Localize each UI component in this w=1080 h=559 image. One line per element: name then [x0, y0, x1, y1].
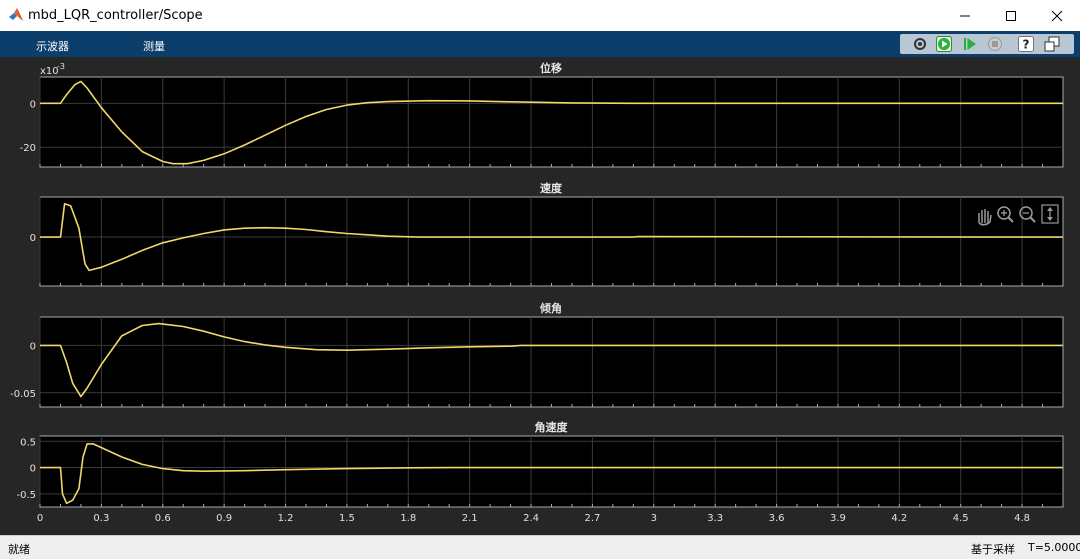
plot-title: 位移	[540, 61, 562, 75]
y-tick-label: 0	[30, 464, 36, 475]
y-tick-label: -0.05	[10, 389, 36, 400]
close-icon	[1051, 10, 1063, 22]
x-tick-label: 4.2	[891, 513, 907, 524]
plot-axes	[39, 76, 1064, 168]
x-tick-label: 4.8	[1014, 513, 1030, 524]
status-ready: 就绪	[8, 543, 30, 556]
status-sampling-mode: 基于采样	[971, 543, 1015, 556]
close-button[interactable]	[1034, 0, 1080, 31]
matlab-logo-icon	[9, 8, 23, 21]
exponent-power: -3	[57, 62, 65, 71]
plot-title: 角速度	[535, 420, 569, 434]
settings-icon[interactable]	[912, 36, 928, 52]
x-tick-label: 1.5	[339, 513, 355, 524]
x-tick-label: 2.7	[584, 513, 600, 524]
toolbar-button-group: ?	[900, 34, 1074, 54]
x-tick-label: 0	[37, 513, 43, 524]
scope-display: 0 -20 位移 x10 -3 0 速度 0 -0.05 倾角 0.5 0 -0.5 角速度 0 0.3 0.6…	[0, 57, 1080, 535]
y-tick-label: 0	[30, 99, 36, 110]
tab-scope[interactable]: 示波器	[36, 38, 69, 54]
x-tick-label: 3	[651, 513, 657, 524]
x-tick-label: 0.3	[93, 513, 109, 524]
run-icon[interactable]	[936, 36, 952, 52]
x-tick-label: 3.9	[830, 513, 846, 524]
maximize-icon	[1006, 11, 1016, 21]
stop-icon[interactable]	[987, 36, 1003, 52]
x-tick-label: 3.6	[769, 513, 785, 524]
tab-measurements[interactable]: 测量	[143, 38, 165, 54]
plot-axes	[39, 196, 1064, 287]
minimize-icon	[960, 15, 970, 17]
x-tick-label: 3.3	[707, 513, 723, 524]
scope-toolstrip: 示波器 测量 ?	[0, 31, 1080, 57]
y-tick-label: -20	[20, 143, 36, 154]
maximize-button[interactable]	[988, 0, 1034, 31]
y-tick-label: 0.5	[20, 437, 36, 448]
plot-title: 速度	[540, 181, 563, 195]
minimize-button[interactable]	[942, 0, 988, 31]
svg-text:?: ?	[1023, 38, 1030, 52]
window-title: mbd_LQR_controller/Scope	[28, 8, 203, 23]
help-icon[interactable]: ?	[1018, 36, 1034, 52]
plot-title: 倾角	[539, 301, 562, 315]
y-tick-label: -0.5	[16, 490, 36, 501]
plot-axes	[39, 316, 1064, 408]
scope-plots: 0 -20 位移 x10-3 0 速度 0 -0.05 倾角 0.5 0 -0.5 角速度 0 0.3 0.6…	[10, 61, 1064, 524]
x-tick-label: 2.1	[462, 513, 478, 524]
x-tick-label: 1.8	[400, 513, 416, 524]
status-bar: 就绪 基于采样 T=5.0000	[0, 535, 1080, 559]
y-tick-label: 0	[30, 341, 36, 352]
x-tick-label: 0.9	[216, 513, 232, 524]
x-tick-label: 2.4	[523, 513, 539, 524]
undock-icon[interactable]	[1044, 36, 1060, 52]
x-tick-label: 1.2	[278, 513, 294, 524]
y-tick-label: 0	[30, 233, 36, 244]
x-tick-label: 0.6	[155, 513, 171, 524]
window-titlebar: mbd_LQR_controller/Scope	[0, 0, 1080, 31]
exponent-base: x10	[40, 66, 59, 77]
x-tick-label: 4.5	[953, 513, 969, 524]
step-forward-icon[interactable]	[962, 36, 978, 52]
status-time: T=5.0000	[1028, 541, 1080, 554]
